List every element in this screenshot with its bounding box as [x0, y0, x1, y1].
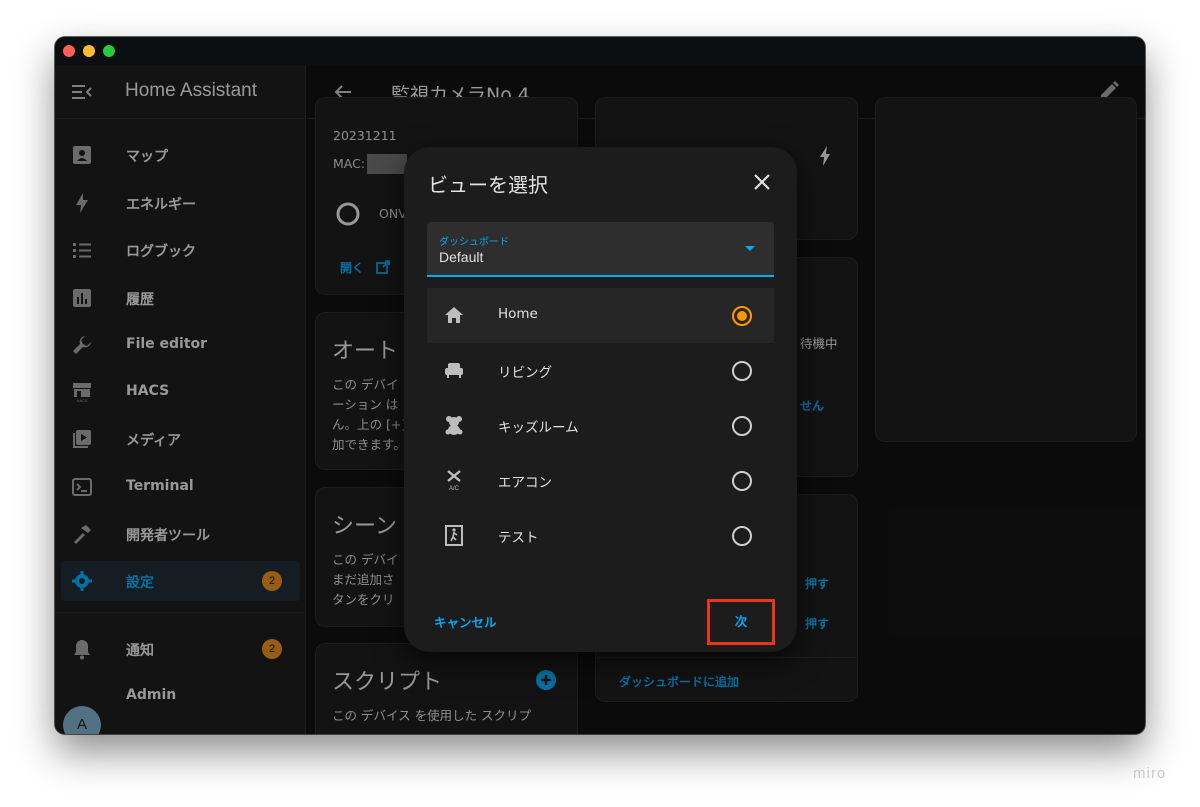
select-view-dialog: ビューを選択 ダッシュボード Default Home リビング キッズルーム … [404, 147, 797, 652]
view-option-label: キッズルーム [498, 420, 579, 436]
dashboard-select-label: ダッシュボード [439, 237, 509, 248]
view-option-test[interactable]: テスト [427, 508, 774, 563]
close-icon[interactable] [751, 171, 773, 193]
sofa-icon [445, 363, 463, 378]
cancel-button[interactable]: キャンセル [434, 612, 497, 631]
view-option-label: リビング [498, 365, 552, 381]
view-option-label: Home [498, 306, 538, 322]
view-option-home[interactable]: Home [427, 288, 774, 343]
miro-watermark: miro [1133, 765, 1167, 782]
teddy-bear-icon [445, 416, 463, 435]
dashboard-select[interactable]: ダッシュボード Default [427, 222, 774, 277]
chevron-down-icon [745, 246, 755, 251]
dialog-title: ビューを選択 [428, 173, 548, 197]
maximize-window-button[interactable] [103, 45, 115, 57]
view-option-kids-room[interactable]: キッズルーム [427, 398, 774, 453]
window-titlebar [55, 37, 1145, 65]
view-option-aircon[interactable]: A/C エアコン [427, 453, 774, 508]
radio-button[interactable] [732, 471, 752, 491]
radio-button[interactable] [732, 416, 752, 436]
view-option-living[interactable]: リビング [427, 343, 774, 398]
app-window: Home Assistant マップ エネルギー ログブック 履歴 File e… [55, 37, 1145, 734]
dashboard-select-value: Default [439, 249, 484, 265]
home-icon [445, 307, 463, 323]
view-option-label: テスト [498, 530, 539, 546]
minimize-window-button[interactable] [83, 45, 95, 57]
svg-text:A/C: A/C [449, 486, 460, 491]
next-button[interactable]: 次 [707, 599, 775, 645]
air-conditioner-icon: A/C [447, 470, 461, 491]
close-window-button[interactable] [63, 45, 75, 57]
radio-button[interactable] [732, 526, 752, 546]
door-exit-icon [445, 525, 463, 546]
radio-button[interactable] [732, 306, 752, 326]
radio-button[interactable] [732, 361, 752, 381]
view-option-label: エアコン [498, 475, 552, 491]
